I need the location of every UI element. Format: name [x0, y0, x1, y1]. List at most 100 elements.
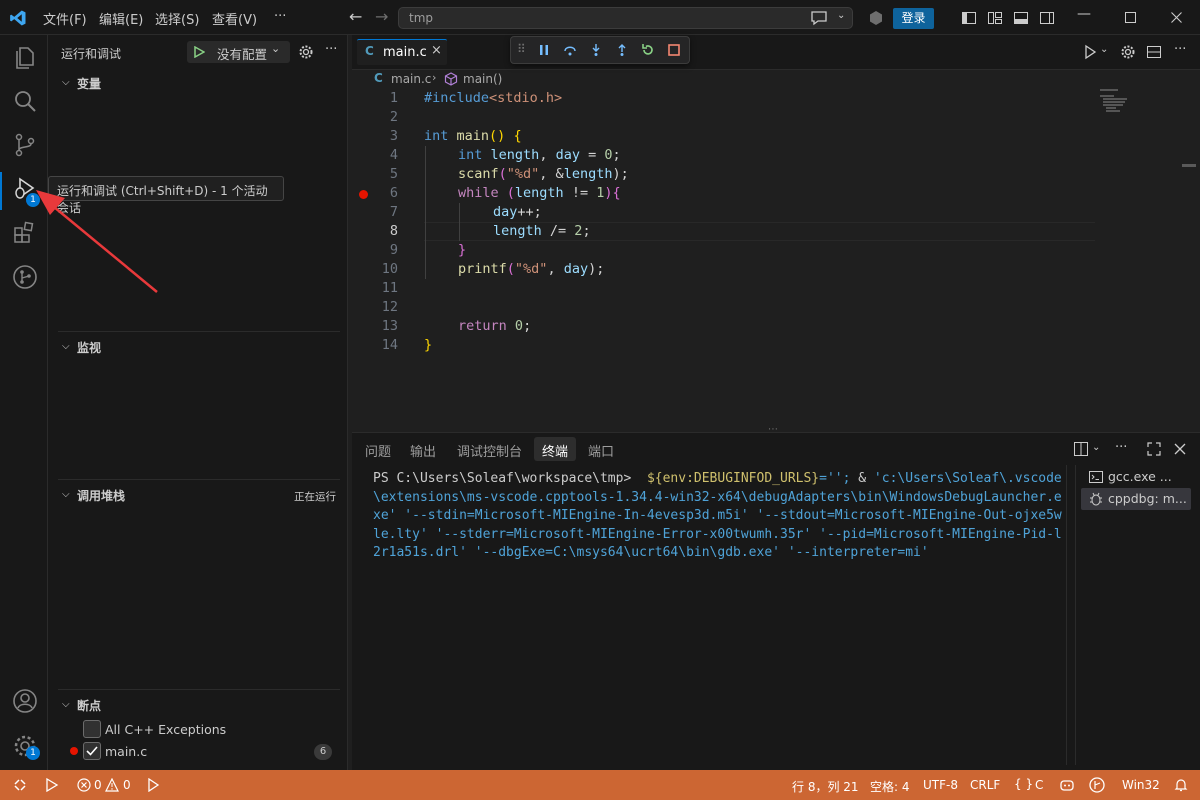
- stop-icon[interactable]: [667, 43, 681, 57]
- breakpoints-header[interactable]: 断点: [77, 697, 101, 714]
- code-line-12[interactable]: 12: [352, 298, 1092, 317]
- toggle-secondary-sidebar-icon[interactable]: [1039, 10, 1055, 26]
- drag-handle-icon[interactable]: ⠿: [517, 42, 526, 56]
- variables-header[interactable]: 变量: [77, 75, 101, 92]
- tab-terminal[interactable]: 终端: [542, 441, 568, 460]
- tab-main-c[interactable]: C main.c ×: [357, 39, 447, 65]
- menu-view[interactable]: 查看(V): [212, 9, 257, 28]
- code-line-14[interactable]: 14}: [352, 336, 1092, 355]
- chevron-down-icon[interactable]: ⌄: [837, 10, 845, 21]
- step-into-icon[interactable]: [589, 43, 603, 57]
- code-line-3[interactable]: 3 int main() {: [352, 127, 1092, 146]
- editor-settings-gear-icon[interactable]: [1120, 44, 1136, 60]
- menu-more[interactable]: ···: [274, 9, 286, 24]
- source-control-icon[interactable]: [12, 132, 38, 158]
- code-line-2[interactable]: 2: [352, 108, 1092, 127]
- line-ending[interactable]: CRLF: [970, 778, 1000, 792]
- launch-debug-icon[interactable]: [145, 778, 161, 792]
- panel-more-actions[interactable]: ···: [1115, 440, 1127, 455]
- code-line-5[interactable]: 5 scanf("%d", &length);: [352, 165, 1092, 184]
- terminal-scrollbar[interactable]: [1066, 465, 1072, 765]
- watch-chevron-icon[interactable]: ⌵: [62, 341, 70, 352]
- accounts-icon[interactable]: [12, 688, 38, 714]
- warning-count[interactable]: 0: [123, 778, 131, 792]
- terminal-item-gcc[interactable]: gcc.exe ...: [1081, 466, 1191, 488]
- start-debug-icon[interactable]: [193, 46, 205, 58]
- watch-header[interactable]: 监视: [77, 339, 101, 356]
- chat-icon[interactable]: [810, 10, 828, 26]
- step-out-icon[interactable]: [615, 43, 629, 57]
- warning-icon[interactable]: [105, 778, 119, 792]
- tab-debug-console[interactable]: 调试控制台: [457, 441, 522, 460]
- annotation-arrow: [36, 190, 158, 293]
- close-tab-icon[interactable]: ×: [431, 43, 442, 58]
- exceptions-checkbox[interactable]: [83, 720, 101, 738]
- code-line-4[interactable]: 4 int length, day = 0;: [352, 146, 1092, 165]
- close-window-icon[interactable]: [1171, 12, 1182, 23]
- customize-layout-icon[interactable]: [987, 10, 1003, 26]
- search-icon[interactable]: [12, 88, 38, 114]
- login-button[interactable]: 登录: [893, 8, 934, 29]
- maximize-icon[interactable]: [1125, 12, 1136, 23]
- main-c-checkbox[interactable]: [83, 742, 101, 760]
- close-panel-icon[interactable]: [1173, 442, 1187, 456]
- breadcrumb-symbol[interactable]: main(): [463, 72, 502, 86]
- tab-problems[interactable]: 问题: [365, 441, 391, 460]
- split-terminal-icon[interactable]: [1073, 441, 1089, 457]
- run-chevron-icon[interactable]: ⌄: [1100, 44, 1108, 55]
- indentation[interactable]: 空格: 4: [870, 778, 910, 795]
- editor-more-actions[interactable]: ···: [1174, 42, 1186, 57]
- code-line-11[interactable]: 11: [352, 279, 1092, 298]
- code-line-8[interactable]: 8 length /= 2;: [352, 222, 1092, 241]
- accounts-cube-icon[interactable]: [868, 10, 884, 26]
- callstack-chevron-icon[interactable]: ⌵: [62, 489, 70, 500]
- minimap[interactable]: [1100, 88, 1160, 120]
- encoding[interactable]: UTF-8: [923, 778, 958, 792]
- debug-config-select[interactable]: 没有配置 ⌄: [187, 41, 290, 63]
- toggle-panel-icon[interactable]: [1013, 10, 1029, 26]
- terminal-chevron-icon[interactable]: ⌄: [1092, 442, 1100, 453]
- tab-ports[interactable]: 端口: [588, 441, 614, 460]
- language-mode[interactable]: C: [1035, 778, 1043, 792]
- menu-file[interactable]: 文件(F): [43, 9, 87, 28]
- cursor-position[interactable]: 行 8，列 21: [792, 778, 859, 795]
- explorer-icon[interactable]: [12, 43, 38, 69]
- copilot-icon[interactable]: [1059, 777, 1075, 793]
- back-arrow-icon[interactable]: ←: [349, 7, 362, 26]
- variables-chevron-icon[interactable]: ⌵: [62, 77, 70, 88]
- toggle-primary-sidebar-icon[interactable]: [961, 10, 977, 26]
- breakpoints-chevron-icon[interactable]: ⌵: [62, 699, 70, 710]
- code-line-7[interactable]: 7 day++;: [352, 203, 1092, 222]
- step-over-icon[interactable]: [563, 43, 577, 57]
- restart-icon[interactable]: [641, 43, 655, 57]
- menu-selection[interactable]: 选择(S): [155, 9, 199, 28]
- minimize-icon[interactable]: —: [1077, 6, 1091, 22]
- command-center-search[interactable]: tmp: [398, 7, 853, 29]
- code-line-9[interactable]: 9}: [352, 241, 1092, 260]
- terminal-item-cppdbg[interactable]: cppdbg: m...: [1081, 488, 1191, 510]
- error-count[interactable]: 0: [94, 778, 102, 792]
- panel-resize-handle[interactable]: ⋯: [768, 424, 778, 435]
- sidebar-more-actions[interactable]: ···: [325, 42, 337, 57]
- pause-icon[interactable]: [537, 43, 551, 57]
- remote-icon[interactable]: [13, 778, 27, 792]
- maximize-panel-icon[interactable]: [1147, 442, 1161, 456]
- breadcrumb-file[interactable]: main.c: [391, 72, 431, 86]
- debug-status-icon[interactable]: [44, 778, 60, 792]
- code-line-6[interactable]: 6 while (length != 1){: [352, 184, 1092, 203]
- tab-output[interactable]: 输出: [410, 441, 436, 460]
- run-debug-dropdown-icon[interactable]: [1082, 44, 1098, 60]
- split-editor-icon[interactable]: [1146, 44, 1162, 60]
- callstack-header[interactable]: 调用堆栈: [77, 487, 125, 504]
- code-line-1[interactable]: 1 #include<stdio.h>: [352, 89, 1092, 108]
- notifications-bell-icon[interactable]: [1173, 777, 1189, 793]
- git-graph-status-icon[interactable]: [1089, 777, 1105, 793]
- terminal-output[interactable]: PS C:\Users\Soleaf\workspace\tmp> ${env:…: [373, 470, 1063, 563]
- code-line-10[interactable]: 10 printf("%d", day);: [352, 260, 1092, 279]
- forward-arrow-icon[interactable]: →: [375, 7, 388, 26]
- code-line-13[interactable]: 13 return 0;: [352, 317, 1092, 336]
- platform[interactable]: Win32: [1122, 778, 1160, 792]
- menu-edit[interactable]: 编辑(E): [99, 9, 143, 28]
- open-launch-json-gear-icon[interactable]: [298, 44, 314, 60]
- error-icon[interactable]: [77, 778, 91, 792]
